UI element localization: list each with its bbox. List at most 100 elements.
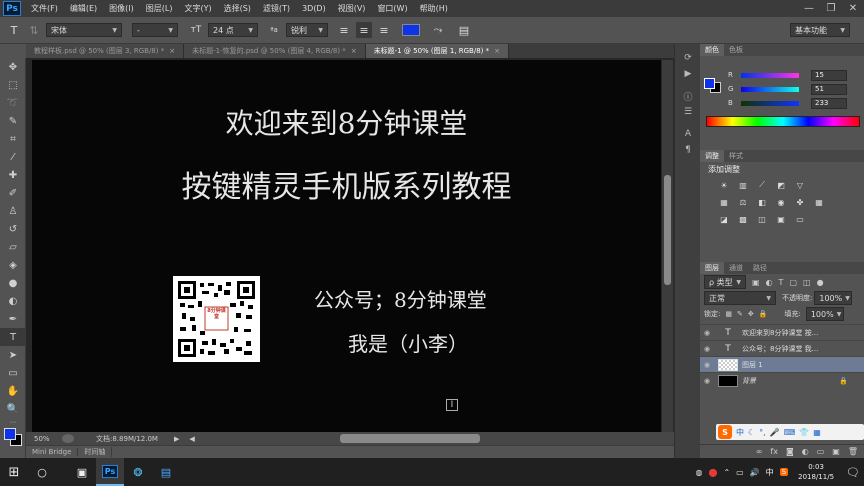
curves-icon[interactable]: ⟋	[756, 179, 768, 191]
tray-chevron-icon[interactable]: ⌃	[723, 468, 730, 477]
crop-tool-icon[interactable]: ⌗	[0, 130, 26, 148]
channel-mixer-icon[interactable]: ✤	[794, 196, 806, 208]
opacity-input[interactable]: 100% ▼	[814, 291, 853, 305]
fx-icon[interactable]: fx	[770, 447, 778, 456]
tray-language[interactable]: 中	[766, 467, 774, 478]
delete-layer-icon[interactable]: 🗑	[848, 447, 858, 456]
text-color-swatch[interactable]	[402, 24, 420, 36]
character-panel-icon[interactable]: ▤	[456, 22, 472, 38]
lock-image-icon[interactable]: ✎	[737, 310, 743, 318]
layer-row[interactable]: ◉ 背景 🔒	[700, 372, 864, 388]
filter-shape-icon[interactable]: ▢	[789, 278, 797, 287]
close-tab-icon[interactable]: ×	[494, 47, 500, 55]
workspace-select[interactable]: 基本功能 ▼	[790, 23, 850, 37]
history-brush-icon[interactable]: ↺	[0, 220, 26, 238]
gradient-map-icon[interactable]: ▭	[794, 213, 806, 225]
green-value[interactable]: 51	[811, 83, 847, 95]
green-slider-row[interactable]: G 51	[700, 82, 864, 96]
new-group-icon[interactable]: ▭	[817, 447, 825, 456]
tab-paths[interactable]: 路径	[748, 262, 772, 274]
vibrance-icon[interactable]: ▽	[794, 179, 806, 191]
brush-tool-icon[interactable]: ✐	[0, 184, 26, 202]
notification-icon[interactable]: 🗨	[846, 466, 860, 479]
vertical-scroll-thumb[interactable]	[664, 175, 671, 285]
blue-value[interactable]: 233	[811, 97, 847, 109]
tab-color[interactable]: 颜色	[700, 44, 724, 56]
menu-view[interactable]: 视图(V)	[332, 3, 372, 14]
healing-brush-icon[interactable]: ✚	[0, 166, 26, 184]
type-tool-icon[interactable]: T	[0, 328, 26, 346]
color-balance-icon[interactable]: ⚖	[737, 196, 749, 208]
color-lookup-icon[interactable]: ▦	[813, 196, 825, 208]
color-swatches[interactable]	[0, 426, 26, 452]
color-spectrum[interactable]	[706, 116, 860, 127]
doc-tab[interactable]: 教程样板.psd @ 50% (图层 3, RGB/8) * ×	[26, 44, 185, 58]
lock-transparent-icon[interactable]: ▦	[725, 310, 732, 318]
zoom-tool-icon[interactable]: 🔍	[0, 400, 26, 418]
doc-tab[interactable]: 未标题-1-恢复的.psd @ 50% (图层 4, RGB/8) * ×	[184, 44, 366, 58]
foreground-color[interactable]	[4, 428, 16, 440]
canvas[interactable]: 欢迎来到8分钟课堂 按键精灵手机版系列教程 公众号；8分钟课堂 我是（小李） 8…	[32, 60, 661, 432]
text-orientation-icon[interactable]: ⇅	[26, 22, 42, 38]
selective-color-icon[interactable]: ▣	[775, 213, 787, 225]
font-family-select[interactable]: 宋体 ▼	[46, 23, 122, 37]
more-tools-icon[interactable]: ⋯	[0, 418, 26, 426]
actions-panel-icon[interactable]: ▶	[675, 66, 701, 82]
menu-file[interactable]: 文件(F)	[25, 3, 64, 14]
quick-select-tool-icon[interactable]: ✎	[0, 112, 26, 130]
brightness-icon[interactable]: ☀	[718, 179, 730, 191]
exposure-icon[interactable]: ◩	[775, 179, 787, 191]
filter-adjust-icon[interactable]: ◐	[766, 278, 773, 287]
photo-filter-icon[interactable]: ◉	[775, 196, 787, 208]
restore-icon[interactable]: ❐	[820, 0, 842, 17]
hue-saturation-icon[interactable]: ▦	[718, 196, 730, 208]
ime-punct-icon[interactable]: °,	[759, 428, 766, 437]
filter-pixel-icon[interactable]: ▣	[752, 278, 760, 287]
red-value[interactable]: 15	[811, 69, 847, 81]
close-icon[interactable]: ✕	[842, 0, 864, 17]
lock-all-icon[interactable]: 🔒	[759, 310, 768, 318]
app-recycle-icon[interactable]: ❂	[124, 458, 152, 486]
blue-slider[interactable]	[741, 100, 799, 106]
search-icon[interactable]: ○	[28, 458, 56, 486]
ime-keyboard-icon[interactable]: ⌨	[784, 428, 796, 437]
filter-smart-icon[interactable]: ◫	[803, 278, 811, 287]
path-select-icon[interactable]: ➤	[0, 346, 26, 364]
levels-icon[interactable]: ▥	[737, 179, 749, 191]
status-arrow-icon[interactable]: ▶	[174, 435, 179, 443]
red-slider[interactable]	[741, 72, 799, 78]
font-size-select[interactable]: 24 点 ▼	[208, 23, 258, 37]
tray-app-icon[interactable]: ◍	[696, 468, 703, 477]
ime-skin-icon[interactable]: 👕	[799, 428, 809, 437]
menu-edit[interactable]: 编辑(E)	[64, 3, 103, 14]
move-tool-icon[interactable]: ✥	[0, 58, 26, 76]
align-left-icon[interactable]: ≡	[336, 22, 352, 38]
eye-icon[interactable]: ◉	[700, 345, 714, 353]
menu-select[interactable]: 选择(S)	[218, 3, 257, 14]
pen-tool-icon[interactable]: ✒	[0, 310, 26, 328]
filter-toggle-icon[interactable]: ●	[817, 278, 824, 287]
close-tab-icon[interactable]: ×	[351, 47, 357, 55]
blend-mode-select[interactable]: 正常 ▼	[704, 291, 776, 305]
clock[interactable]: 0:03 2018/11/5	[798, 462, 834, 482]
minimize-icon[interactable]: —	[798, 0, 820, 17]
ime-mode[interactable]: 中	[736, 427, 744, 438]
anti-alias-select[interactable]: 锐利 ▼	[286, 23, 328, 37]
paragraph-panel-icon[interactable]: ¶	[675, 142, 701, 158]
black-white-icon[interactable]: ◧	[756, 196, 768, 208]
menu-filter[interactable]: 滤镜(T)	[257, 3, 296, 14]
dodge-tool-icon[interactable]: ◐	[0, 292, 26, 310]
eye-icon[interactable]: ◉	[700, 361, 714, 369]
ime-moon-icon[interactable]: ☾	[748, 428, 755, 437]
eye-icon[interactable]: ◉	[700, 329, 714, 337]
close-tab-icon[interactable]: ×	[169, 47, 175, 55]
blue-slider-row[interactable]: B 233	[700, 96, 864, 110]
menu-window[interactable]: 窗口(W)	[371, 3, 413, 14]
paint-bucket-icon[interactable]: ◈	[0, 256, 26, 274]
windows-start-icon[interactable]: ⊞	[0, 458, 28, 486]
volume-icon[interactable]: 🔊	[750, 468, 760, 477]
task-view-icon[interactable]: ▣	[68, 458, 96, 486]
align-center-icon[interactable]: ≡	[356, 22, 372, 38]
menu-help[interactable]: 帮助(H)	[414, 3, 454, 14]
filter-type-icon[interactable]: T	[779, 278, 784, 287]
